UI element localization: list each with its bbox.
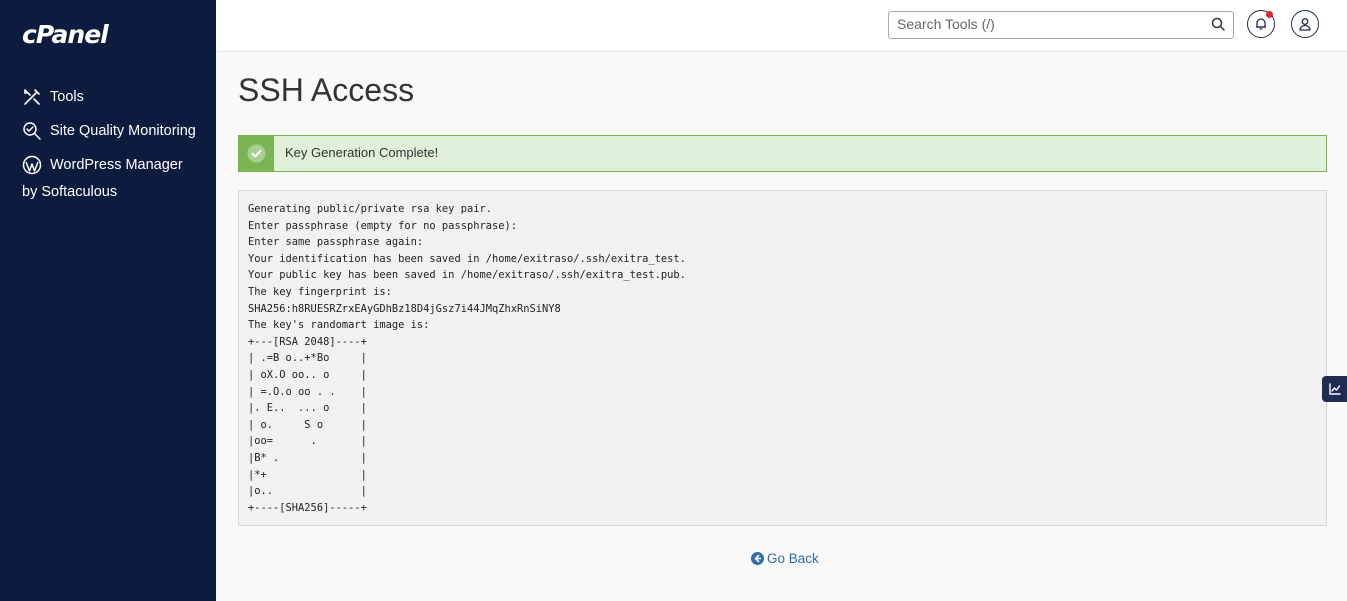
bell-icon (1256, 18, 1266, 30)
search-input[interactable] (889, 12, 1197, 36)
check-circle-icon (247, 144, 266, 163)
sidebar-item-label: Tools (50, 89, 84, 105)
line-chart-icon (1329, 383, 1341, 395)
sidebar-item-site-quality[interactable]: Site Quality Monitoring (22, 118, 202, 145)
page-title: SSH Access (238, 72, 415, 108)
search-icon[interactable] (1211, 17, 1225, 31)
stats-panel-toggle[interactable] (1322, 376, 1347, 402)
console-text: Generating public/private rsa key pair. … (248, 203, 686, 514)
top-bar (216, 0, 1347, 52)
sidebar-nav: Tools Site Quality Monitoring WordPress … (22, 84, 202, 213)
notifications-button[interactable] (1247, 10, 1275, 38)
sidebar-item-wordpress[interactable]: WordPress Manager by Softaculous (22, 152, 202, 206)
sidebar-item-label: WordPress Manager by Softaculous (22, 157, 183, 200)
arrow-circle-left-icon (751, 552, 764, 565)
user-menu-button[interactable] (1291, 10, 1319, 38)
alert-icon-box (239, 136, 274, 171)
user-icon (1299, 18, 1311, 31)
go-back-link[interactable]: Go Back (751, 551, 819, 566)
search-box (888, 11, 1234, 39)
success-alert: Key Generation Complete! (238, 135, 1327, 172)
tools-icon (22, 87, 42, 107)
ssh-keygen-output: Generating public/private rsa key pair. … (238, 190, 1327, 526)
alert-message: Key Generation Complete! (285, 145, 439, 160)
wordpress-icon (22, 155, 42, 175)
sidebar: cPanel Tools Site Quality Monitoring Wor… (0, 0, 216, 601)
sidebar-item-tools[interactable]: Tools (22, 84, 202, 111)
sidebar-item-label: Site Quality Monitoring (50, 123, 196, 139)
cpanel-logo[interactable]: cPanel (22, 20, 109, 49)
site-quality-icon (22, 121, 42, 141)
notification-badge (1266, 11, 1273, 18)
go-back-label: Go Back (767, 551, 819, 566)
